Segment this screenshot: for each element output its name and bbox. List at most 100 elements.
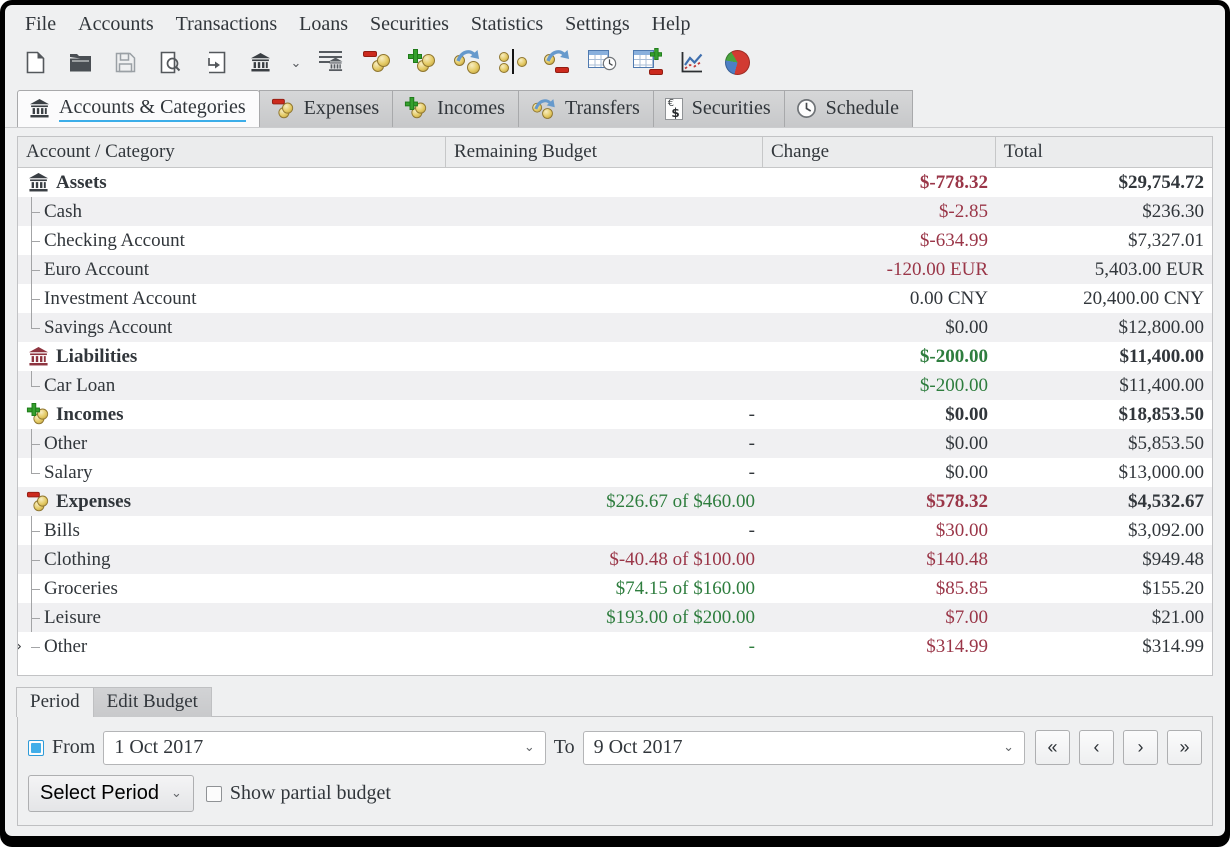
- tree-expander[interactable]: ›: [18, 632, 44, 661]
- from-date-combobox[interactable]: 1 Oct 2017 ⌄: [103, 731, 545, 765]
- new-file-icon: [26, 51, 45, 74]
- menu-securities[interactable]: Securities: [359, 12, 460, 37]
- cell-total: $13,000.00: [996, 462, 1212, 484]
- tab-label: Securities: [692, 97, 771, 120]
- table-row-groceries[interactable]: Groceries$74.15 of $160.00$85.85$155.20: [18, 574, 1212, 603]
- pie-report-button[interactable]: [720, 45, 754, 79]
- cell-budget: -: [446, 404, 763, 426]
- print-preview-button[interactable]: [153, 45, 187, 79]
- refund-repayment-button[interactable]: [540, 45, 574, 79]
- column-header-account-category[interactable]: Account / Category: [18, 137, 446, 167]
- row-name: Cash: [44, 201, 82, 223]
- account-ledger-icon: [318, 49, 346, 75]
- main-tabbar: Accounts & Categories ExpensesIncomesTran…: [5, 86, 1225, 128]
- last-period-button[interactable]: »: [1167, 730, 1202, 765]
- menu-transactions[interactable]: Transactions: [165, 12, 288, 37]
- new-income-button[interactable]: [405, 45, 439, 79]
- tab-expenses[interactable]: Expenses: [259, 90, 394, 127]
- cell-total: $236.30: [996, 201, 1212, 223]
- tab-incomes[interactable]: Incomes: [392, 90, 519, 127]
- table-row-expenses[interactable]: Expenses$226.67 of $460.00$578.32$4,532.…: [18, 487, 1212, 516]
- table-row-bills[interactable]: Bills-$30.00$3,092.00: [18, 516, 1212, 545]
- table-row-incomes[interactable]: Incomes-$0.00$18,853.50: [18, 400, 1212, 429]
- row-name: Other: [44, 636, 87, 658]
- tree-branch: [18, 226, 44, 255]
- cell-change: $578.32: [763, 491, 996, 513]
- cell-change: $314.99: [763, 636, 996, 658]
- next-period-button[interactable]: ›: [1123, 730, 1158, 765]
- menu-loans[interactable]: Loans: [288, 12, 359, 37]
- table-row-other[interactable]: Other-$0.00$5,853.50: [18, 429, 1212, 458]
- table-row-car-loan[interactable]: Car Loan$-200.00$11,400.00: [18, 371, 1212, 400]
- table-row-checking-account[interactable]: Checking Account$-634.99$7,327.01: [18, 226, 1212, 255]
- tab-securities[interactable]: €$Securities: [653, 90, 785, 127]
- table-row-euro-account[interactable]: Euro Account-120.00 EUR5,403.00 EUR: [18, 255, 1212, 284]
- cell-change: $30.00: [763, 520, 996, 542]
- save-file-button[interactable]: [108, 45, 142, 79]
- tab-period[interactable]: Period: [16, 687, 94, 717]
- table-row-liabilities[interactable]: Liabilities$-200.00$11,400.00: [18, 342, 1212, 371]
- tree-branch: [18, 371, 44, 400]
- table-row-other[interactable]: ›Other-$314.99$314.99: [18, 632, 1212, 661]
- tab-label: Accounts & Categories: [59, 96, 246, 122]
- table-row-clothing[interactable]: Clothing$-40.48 of $100.00$140.48$949.48: [18, 545, 1212, 574]
- new-account-button[interactable]: [243, 45, 277, 79]
- bank-icon: [28, 172, 49, 193]
- tab-transfers[interactable]: Transfers: [518, 90, 654, 127]
- import-export-button[interactable]: [198, 45, 232, 79]
- tab-edit-budget[interactable]: Edit Budget: [93, 687, 212, 717]
- tree-branch: [18, 458, 44, 487]
- show-partial-budget-checkbox[interactable]: [206, 786, 222, 802]
- table-row-investment-account[interactable]: Investment Account0.00 CNY20,400.00 CNY: [18, 284, 1212, 313]
- cell-change: $0.00: [763, 462, 996, 484]
- first-period-button[interactable]: «: [1035, 730, 1070, 765]
- new-transfer-button[interactable]: [450, 45, 484, 79]
- column-header-remaining-budget[interactable]: Remaining Budget: [446, 137, 763, 167]
- select-period-button[interactable]: Select Period ⌄: [28, 775, 194, 812]
- new-file-button[interactable]: [18, 45, 52, 79]
- cell-change: $-778.32: [763, 172, 996, 194]
- cell-change: $7.00: [763, 607, 996, 629]
- from-checkbox[interactable]: [28, 740, 44, 756]
- table-row-cash[interactable]: Cash$-2.85$236.30: [18, 197, 1212, 226]
- split-transaction-button[interactable]: [495, 45, 529, 79]
- menu-help[interactable]: Help: [641, 12, 702, 37]
- table-row-assets[interactable]: Assets$-778.32$29,754.72: [18, 168, 1212, 197]
- chart-button[interactable]: [675, 45, 709, 79]
- date-range-row: From 1 Oct 2017 ⌄ To 9 Oct 2017 ⌄ «‹›»: [28, 730, 1202, 765]
- schedule-transaction-button[interactable]: [585, 45, 619, 79]
- bank-icon: [26, 172, 50, 193]
- new-income-icon: [408, 49, 436, 75]
- table-row-leisure[interactable]: Leisure$193.00 of $200.00$7.00$21.00: [18, 603, 1212, 632]
- income-icon: [26, 403, 50, 427]
- expand-arrow-icon[interactable]: ›: [18, 638, 22, 653]
- to-date-combobox[interactable]: 9 Oct 2017 ⌄: [583, 731, 1025, 765]
- edit-budget-button[interactable]: [630, 45, 664, 79]
- tab-accounts-categories[interactable]: Accounts & Categories: [17, 90, 260, 127]
- menu-accounts[interactable]: Accounts: [67, 12, 165, 37]
- column-header-change[interactable]: Change: [763, 137, 996, 167]
- table-row-savings-account[interactable]: Savings Account$0.00$12,800.00: [18, 313, 1212, 342]
- new-expense-button[interactable]: [360, 45, 394, 79]
- split-transaction-icon: [497, 49, 528, 75]
- cell-total: $4,532.67: [996, 491, 1212, 513]
- period-tabbar: PeriodEdit Budget: [17, 687, 1213, 717]
- cell-total: $949.48: [996, 549, 1212, 571]
- cell-total: 5,403.00 EUR: [996, 259, 1212, 281]
- open-file-button[interactable]: [63, 45, 97, 79]
- dropdown-arrow-button[interactable]: ⌄: [288, 45, 304, 79]
- print-preview-icon: [160, 51, 181, 74]
- tab-schedule[interactable]: Schedule: [784, 90, 913, 127]
- income-icon: [26, 403, 50, 427]
- cell-change: $0.00: [763, 404, 996, 426]
- menu-settings[interactable]: Settings: [554, 12, 640, 37]
- save-file-icon: [115, 52, 136, 73]
- menu-file[interactable]: File: [14, 12, 67, 37]
- cell-change: $140.48: [763, 549, 996, 571]
- column-header-total[interactable]: Total: [996, 137, 1212, 167]
- row-name: Bills: [44, 520, 80, 542]
- table-row-salary[interactable]: Salary-$0.00$13,000.00: [18, 458, 1212, 487]
- account-ledger-button[interactable]: [315, 45, 349, 79]
- menu-statistics[interactable]: Statistics: [460, 12, 554, 37]
- previous-period-button[interactable]: ‹: [1079, 730, 1114, 765]
